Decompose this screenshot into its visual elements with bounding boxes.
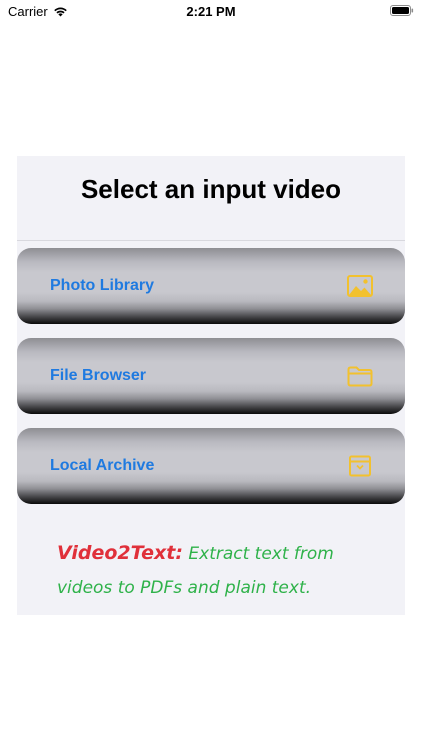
- status-bar: Carrier 2:21 PM: [0, 0, 422, 24]
- status-time: 2:21 PM: [186, 4, 236, 19]
- tagline-brand: Video2Text:: [57, 542, 183, 564]
- battery-icon: [390, 5, 414, 16]
- folder-icon: [347, 366, 373, 387]
- app-tagline: Video2Text: Extract text from videos to …: [57, 536, 387, 605]
- photo-library-button[interactable]: Photo Library: [17, 248, 405, 324]
- file-browser-label: File Browser: [50, 367, 147, 384]
- archive-icon: [349, 455, 371, 477]
- photo-library-label: Photo Library: [50, 277, 155, 294]
- local-archive-button[interactable]: Local Archive: [17, 428, 405, 504]
- photo-icon: [347, 275, 373, 297]
- local-archive-label: Local Archive: [50, 457, 155, 474]
- file-browser-button[interactable]: File Browser: [17, 338, 405, 414]
- page-title: Select an input video: [80, 174, 342, 204]
- input-selection-card: Select an input video Photo Library File…: [17, 156, 405, 615]
- title-divider: [17, 240, 405, 241]
